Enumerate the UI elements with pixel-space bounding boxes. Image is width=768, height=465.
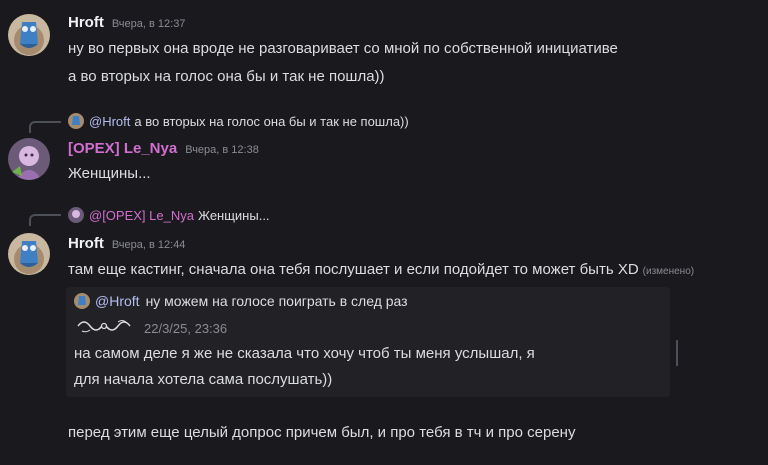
decorative-flourish-icon (76, 317, 132, 340)
reply-connector (29, 214, 61, 226)
timestamp: Вчера, в 12:44 (111, 239, 186, 251)
reply-mention[interactable]: @Hroft (89, 114, 130, 129)
embed-reply-text: ну можем на голосе поиграть в след раз (145, 293, 408, 309)
reply-text: а во вторых на голос она бы и так не пош… (134, 113, 409, 129)
forwarded-message[interactable]: @Hroft ну можем на голосе поиграть в сле… (66, 287, 670, 397)
avatar-hroft[interactable] (8, 14, 50, 56)
timestamp: Вчера, в 12:37 (111, 18, 186, 30)
embed-mention[interactable]: @Hroft (95, 293, 140, 309)
mini-avatar-hroft (68, 113, 84, 129)
author-name[interactable]: Hroft Вчера, в 12:37 (68, 14, 185, 31)
embed-body-line: для начала хотела сама послушать)) (74, 371, 333, 388)
avatar-hroft[interactable] (8, 233, 50, 275)
message-text: а во вторых на голос она бы и так не пош… (68, 68, 385, 85)
message-text: там еще кастинг, сначала она тебя послуш… (68, 261, 694, 278)
reply-preview[interactable]: @[OPEX] Le_Nya Женщины... (68, 207, 270, 223)
mini-avatar-hroft (74, 293, 90, 309)
edited-label: (изменено) (642, 266, 695, 277)
reply-connector (29, 121, 61, 133)
message-text-content: там еще кастинг, сначала она тебя послуш… (68, 261, 639, 278)
embed-reply-header[interactable]: @Hroft ну можем на голосе поиграть в сле… (74, 293, 408, 309)
author-name[interactable]: Hroft Вчера, в 12:44 (68, 235, 185, 252)
message-text: перед этим еще целый допрос причем был, … (68, 424, 576, 441)
author-name[interactable]: [OPEX] Le_Nya Вчера, в 12:38 (68, 140, 259, 157)
avatar-le-nya[interactable] (8, 138, 50, 180)
message-text: Женщины... (68, 165, 151, 182)
reply-text: Женщины... (197, 207, 270, 223)
embed-date: 22/3/25, 23:36 (144, 321, 228, 336)
embed-meta: 22/3/25, 23:36 (76, 317, 227, 340)
author-label[interactable]: Hroft (68, 235, 104, 252)
message-text: ну во первых она вроде не разговаривает … (68, 40, 618, 57)
reply-mention[interactable]: @[OPEX] Le_Nya (89, 208, 194, 223)
author-label[interactable]: Hroft (68, 14, 104, 31)
embed-body-line: на самом деле я же не сказала что хочу ч… (74, 345, 535, 362)
mini-avatar-le-nya (68, 207, 84, 223)
timestamp: Вчера, в 12:38 (185, 144, 259, 156)
author-label[interactable]: [OPEX] Le_Nya (68, 140, 177, 157)
scrollbar-thumb[interactable] (676, 340, 678, 366)
reply-preview[interactable]: @Hroft а во вторых на голос она бы и так… (68, 113, 409, 129)
